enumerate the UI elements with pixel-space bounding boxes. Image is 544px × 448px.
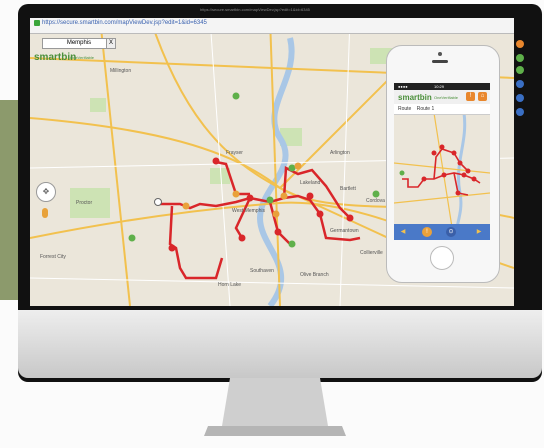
locate-button[interactable]: ⊙ [446, 227, 456, 237]
map-label: Germantown [330, 228, 359, 234]
map-label: Southaven [250, 268, 274, 274]
side-button-green[interactable] [516, 54, 524, 62]
map-label: Olive Branch [300, 272, 329, 278]
url-text[interactable]: https://secure.smartbin.com/mapViewDev.j… [42, 20, 207, 26]
tab-title: https://secure.smartbin.com/mapViewDev.j… [200, 7, 310, 12]
phone-time: 10:29 [434, 84, 445, 89]
next-stop-button[interactable]: ▶ [474, 227, 484, 237]
close-button[interactable]: X [106, 38, 116, 49]
side-button-blue[interactable] [516, 94, 524, 102]
alert-button[interactable]: ! [422, 227, 432, 237]
street-view-pegman-icon[interactable] [42, 208, 48, 218]
phone-logo-suffix: OneVerifiable [434, 95, 459, 100]
monitor-stand [204, 378, 346, 436]
phone-home-button[interactable] [430, 246, 454, 270]
home-icon[interactable]: ⌂ [478, 92, 487, 101]
route-label: Route [398, 106, 412, 112]
lock-icon [34, 20, 40, 26]
map-label: West Memphis [232, 208, 265, 214]
side-button-green[interactable] [516, 66, 524, 74]
route-value: Route 1 [416, 106, 435, 112]
background-left-strip [0, 100, 20, 300]
alert-icon[interactable]: ! [466, 92, 475, 101]
phone-speaker [432, 60, 448, 63]
map-label: Bartlett [340, 186, 356, 192]
map-label: Horn Lake [218, 282, 242, 288]
map-label: Arlington [330, 150, 350, 156]
side-button-orange[interactable] [516, 40, 524, 48]
side-button-blue[interactable] [516, 80, 524, 88]
map-label: Cordova [366, 198, 385, 204]
phone-smartbin-logo: smartbin [398, 93, 432, 102]
map-label: Frayser [226, 150, 243, 156]
phone-route-select[interactable]: Route Route 1 [394, 104, 490, 115]
city-select[interactable]: Memphis [42, 38, 116, 49]
map-label: Proctor [76, 200, 93, 206]
map-label: Millington [110, 68, 132, 74]
smartbin-logo-suffix: OneVerifiable [70, 55, 95, 60]
map-pan-control[interactable]: ✥ [36, 182, 56, 202]
map-label: Forrest City [40, 254, 66, 260]
prev-stop-button[interactable]: ◀ [398, 227, 408, 237]
map-label: Lakeland [300, 180, 321, 186]
side-button-blue[interactable] [516, 108, 524, 116]
monitor-chin [18, 310, 542, 378]
map-label: Collierville [360, 250, 383, 256]
phone-camera-icon [438, 52, 442, 56]
phone-signal: ●●●● [398, 84, 408, 89]
